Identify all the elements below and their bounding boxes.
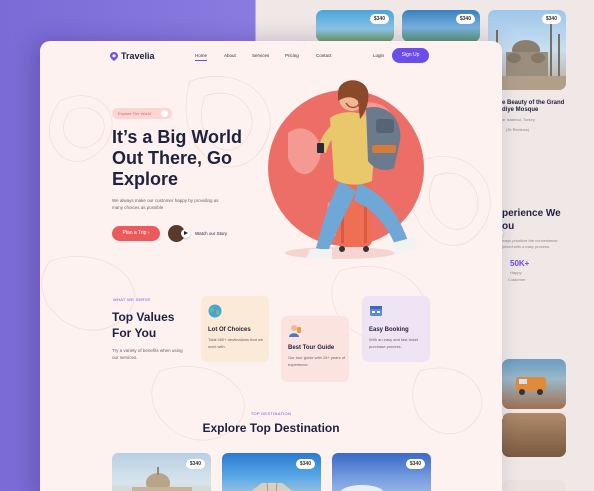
back-travel-image[interactable]: [502, 480, 566, 491]
price-badge: $340: [455, 14, 475, 24]
plan-trip-button[interactable]: Plan a Trip ›: [112, 226, 160, 241]
stat-label: Happy: [510, 270, 522, 275]
experience-description: ways prioritize the convenience joined w…: [502, 238, 558, 249]
brand-logo[interactable]: Travelia: [110, 51, 155, 61]
mosque-title-line: e Beauty of the Grand: [502, 100, 565, 106]
value-card-text: With an easy and fast ticket purchase pr…: [369, 337, 418, 349]
stat-value: 50K+: [510, 259, 530, 268]
destination-card[interactable]: $340: [332, 453, 431, 491]
price-badge: $340: [369, 14, 389, 24]
destinations-eyebrow: TOP DESTINATION: [250, 411, 292, 416]
value-card-title: Lot Of Choices: [208, 327, 251, 333]
story-thumbnail: [168, 225, 190, 242]
value-card-choices[interactable]: Lot Of Choices Total 460+ destinations t…: [201, 296, 269, 362]
value-card-title: Best Tour Guide: [288, 345, 335, 351]
price-badge: $340: [295, 459, 315, 469]
watch-story-label: Watch our Story: [195, 231, 228, 236]
guide-icon: [289, 325, 301, 337]
nav-link-contact[interactable]: Contact: [316, 53, 332, 58]
experience-heading: ou: [502, 221, 515, 232]
active-indicator: [195, 60, 208, 61]
watch-story-button[interactable]: Watch our Story: [168, 225, 227, 242]
arrow-right-icon: ›: [147, 230, 150, 236]
nav-link-services[interactable]: Services: [252, 53, 269, 58]
plan-trip-label: Plan a Trip: [122, 230, 147, 236]
price-badge: $340: [541, 14, 561, 24]
mosque-location: ar Istanbul, Turkey: [502, 117, 535, 122]
value-card-title: Easy Booking: [369, 327, 409, 333]
back-destination-card[interactable]: $340: [402, 10, 480, 42]
nav-link-pricing[interactable]: Pricing: [285, 53, 299, 58]
back-travel-image[interactable]: [502, 359, 566, 409]
price-badge: $340: [405, 459, 425, 469]
value-card-text: Total 460+ destinations that we work wit…: [208, 337, 264, 349]
values-description: Try a variety of benefits when using our…: [112, 348, 183, 360]
login-link[interactable]: Login: [373, 53, 384, 58]
booking-icon: [370, 306, 382, 316]
van-illustration: [516, 377, 546, 395]
back-destination-card[interactable]: $340: [316, 10, 394, 42]
explore-badge-label: Explore The World: [118, 111, 151, 116]
landing-page: Travelia Home About Services Pricing Con…: [40, 41, 502, 491]
values-eyebrow: WHAT WE SERVE: [113, 297, 151, 302]
explore-badge: Explore The World: [112, 108, 172, 119]
globe-icon: [208, 304, 222, 318]
destination-card[interactable]: $340: [222, 453, 321, 491]
mosque-reviews: (2k Reviews): [506, 127, 530, 132]
back-travel-image[interactable]: [502, 413, 566, 457]
play-icon: [181, 229, 190, 238]
hero-title: It’s a Big World Out There, Go Explore: [112, 127, 243, 189]
destination-card[interactable]: $340: [112, 453, 211, 491]
value-card-booking[interactable]: Easy Booking With an easy and fast ticke…: [362, 296, 430, 362]
destinations-title: Explore Top Destination: [202, 421, 340, 435]
location-pin-icon: [110, 51, 118, 61]
nav-link-home[interactable]: Home: [195, 53, 208, 61]
value-card-text: Our tour guide with 15+ years of experie…: [288, 355, 346, 367]
values-title: Top Values For You: [112, 310, 175, 340]
nav-link-label: Home: [195, 53, 208, 58]
mosque-title-line: diye Mosque: [502, 107, 539, 113]
hero-description: We always make our customer happy by pro…: [112, 198, 219, 210]
nav-link-about[interactable]: About: [224, 53, 236, 58]
experience-heading: perience We: [502, 208, 561, 219]
globe-small-icon: [161, 110, 168, 117]
signup-button[interactable]: Sign Up: [392, 48, 429, 63]
value-card-guide[interactable]: Best Tour Guide Our tour guide with 15+ …: [281, 316, 349, 382]
price-badge: $340: [185, 459, 205, 469]
stat-label: Customer: [508, 277, 526, 282]
brand-name: Travelia: [121, 51, 155, 61]
traveler-hero-illustration: [268, 80, 424, 259]
